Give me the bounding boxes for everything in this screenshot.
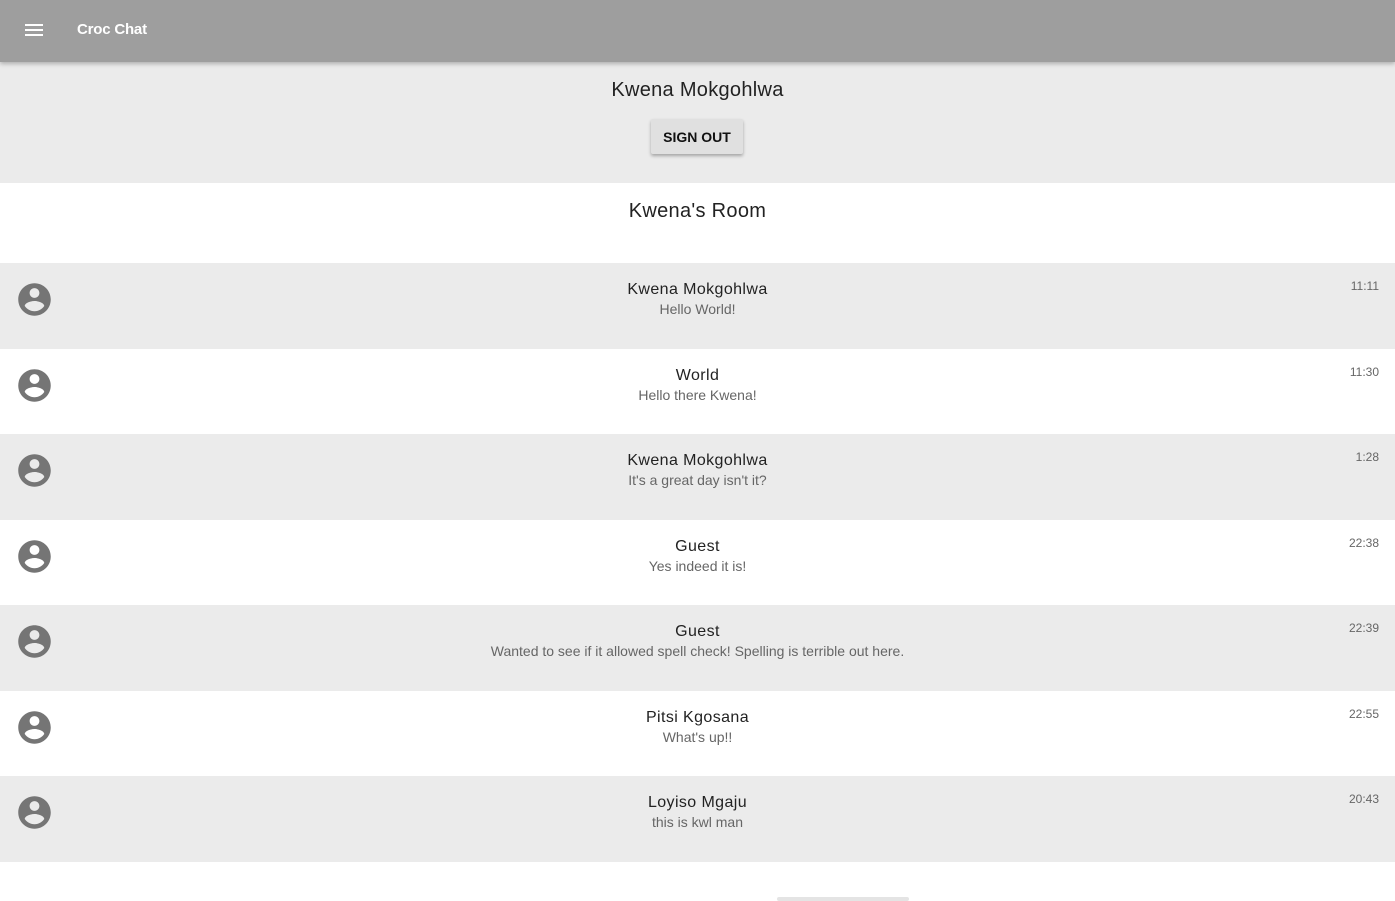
message-time: 22:38 [1348, 535, 1379, 550]
message-time: 11:11 [1350, 279, 1379, 293]
scroll-indicator[interactable] [777, 897, 909, 901]
menu-icon-bar [25, 24, 43, 26]
menu-icon-bar [25, 29, 43, 31]
message-sender: Kwena Mokgohlwa [627, 281, 768, 298]
current-user-name: Kwena Mokgohlwa [611, 79, 784, 101]
message-sender: Loyiso Mgaju [647, 794, 748, 811]
message-text: What's up!! [662, 728, 733, 745]
message-item[interactable]: Guest Yes indeed it is! 22:38 [0, 519, 1395, 605]
message-text: Hello World! [659, 301, 736, 317]
message-time: 11:30 [1349, 364, 1379, 379]
room-title: Kwena's Room [628, 200, 767, 222]
message-text: Hello there Kwena! [638, 386, 757, 403]
message-time: 20:43 [1348, 792, 1379, 806]
hamburger-menu-icon[interactable] [14, 14, 54, 48]
message-text: Wanted to see if it allowed spell check!… [490, 643, 905, 659]
message-item[interactable]: Pitsi Kgosana What's up!! 22:55 [0, 690, 1395, 776]
message-text: this is kwl man [651, 814, 744, 830]
message-text: Yes indeed it is! [648, 557, 747, 574]
message-time: 22:55 [1348, 706, 1379, 721]
message-sender: World [675, 366, 720, 384]
message-sender: Kwena Mokgohlwa [627, 452, 768, 469]
sign-out-button[interactable]: SIGN OUT [651, 119, 743, 154]
message-item[interactable]: World Hello there Kwena! 11:30 [0, 348, 1395, 434]
message-item[interactable]: Kwena Mokgohlwa Hello World! 11:11 [0, 263, 1395, 349]
message-item[interactable]: Loyiso Mgaju this is kwl man 20:43 [0, 776, 1395, 862]
user-panel: Kwena Mokgohlwa SIGN OUT [0, 62, 1395, 183]
message-time: 1:28 [1355, 450, 1379, 464]
message-sender: Pitsi Kgosana [645, 708, 750, 726]
message-item[interactable]: Kwena Mokgohlwa It's a great day isn't i… [0, 434, 1395, 520]
message-item[interactable]: Guest Wanted to see if it allowed spell … [0, 605, 1395, 691]
message-text: It's a great day isn't it? [628, 472, 767, 488]
menu-icon-bar [25, 34, 43, 36]
app-bar: Croc Chat [0, 0, 1395, 62]
message-list: Kwena Mokgohlwa Hello World! 11:11 World… [0, 263, 1395, 862]
app-title: Croc Chat [77, 21, 147, 38]
message-time: 22:39 [1348, 621, 1379, 635]
message-sender: Guest [675, 537, 720, 555]
message-sender: Guest [675, 623, 720, 640]
